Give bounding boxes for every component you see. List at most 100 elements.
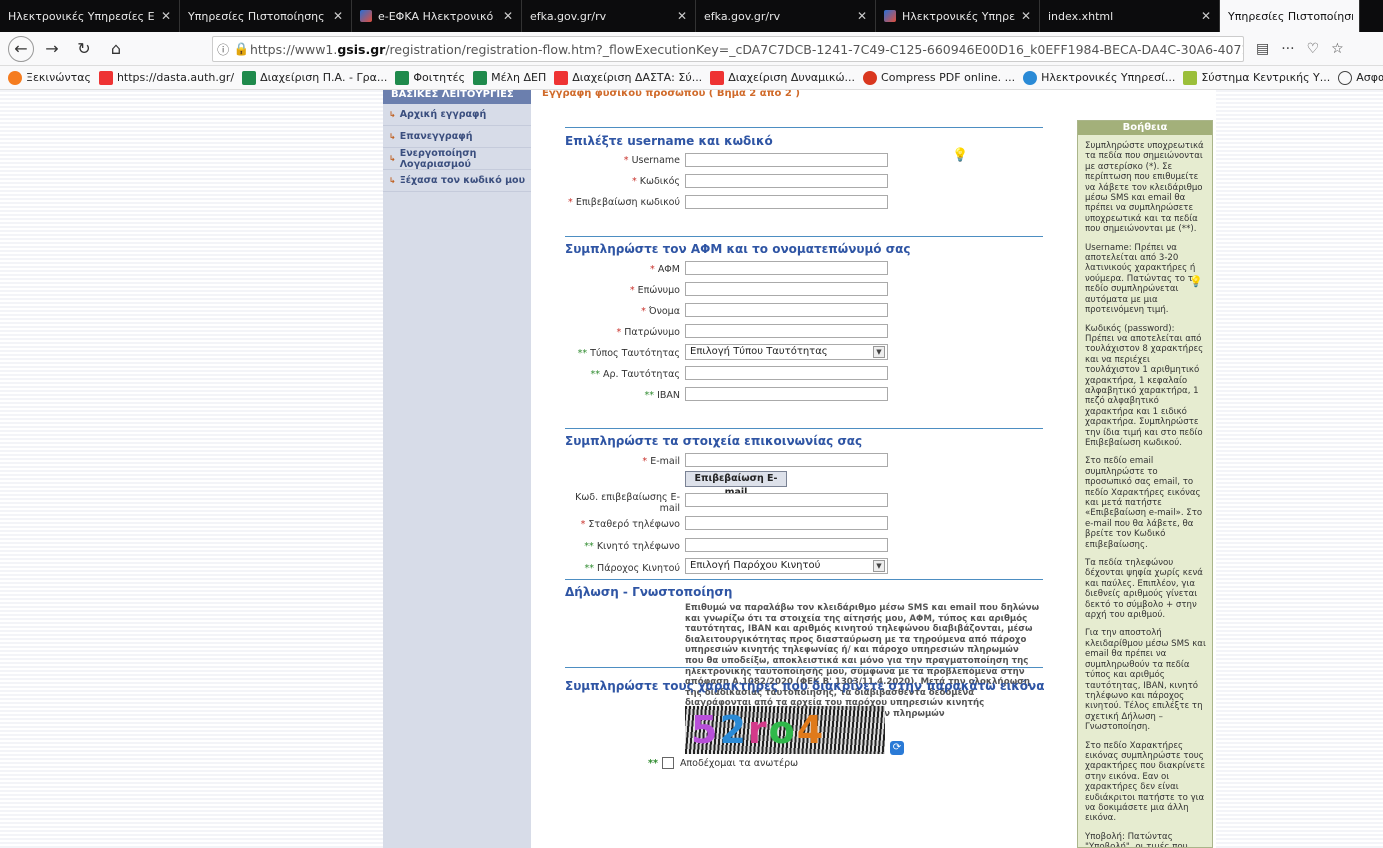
dasta-icon	[98, 70, 113, 85]
id-type-value: Επιλογή Τύπου Ταυτότητας	[690, 346, 828, 357]
mobile-input[interactable]	[685, 538, 888, 552]
mobile-label: ** Κινητό τηλέφωνο	[584, 541, 680, 552]
username-input[interactable]	[685, 153, 888, 167]
tab-label: e-ΕΦΚΑ Ηλεκτρονικό Αίτημα	[378, 9, 497, 23]
menu-label: Ξέχασα τον κωδικό μου	[399, 175, 525, 186]
landline-label: * Σταθερό τηλέφωνο	[580, 519, 680, 530]
close-icon[interactable]: ✕	[501, 9, 515, 23]
confirm-password-input[interactable]	[685, 195, 888, 209]
globe-icon	[1023, 70, 1038, 85]
bookmark-item[interactable]: https://dasta.auth.gr/	[98, 70, 235, 85]
more-icon[interactable]: ···	[1281, 41, 1294, 57]
menu-label: Ενεργοποίηση Λογαριασμού	[399, 147, 477, 170]
firefox-icon	[8, 70, 22, 85]
id-number-label: ** Αρ. Ταυτότητας	[590, 369, 681, 380]
bookmark-item[interactable]: Φοιτητές	[395, 70, 465, 85]
tab-7[interactable]: index.xhtml ✕	[1040, 0, 1220, 32]
tab-4[interactable]: efka.gov.gr/rv ✕	[522, 0, 696, 32]
father-name-label: * Πατρώνυμο	[616, 327, 680, 338]
forward-icon[interactable]: →	[38, 35, 66, 63]
email-label: * E-mail	[642, 456, 680, 467]
help-paragraph: Κωδικός (password): Πρέπει να αποτελείτα…	[1085, 323, 1204, 448]
identity-title: Συμπληρώστε τον ΑΦΜ και το ονοματεπώνυμό…	[565, 242, 911, 256]
help-title: Βοήθεια	[1078, 121, 1212, 135]
right-background	[1216, 90, 1383, 848]
tab-5[interactable]: efka.gov.gr/rv ✕	[696, 0, 876, 32]
close-icon[interactable]: ✕	[1019, 9, 1033, 23]
url-domain: gsis.gr	[337, 41, 386, 57]
name-label: * Όνομα	[641, 306, 680, 317]
id-type-select[interactable]: Επιλογή Τύπου Ταυτότητας ▼	[685, 344, 888, 360]
home-icon[interactable]: ⌂	[102, 35, 130, 63]
email-input[interactable]	[685, 453, 888, 467]
bookmark-item[interactable]: Μέλη ΔΕΠ	[473, 70, 546, 85]
bookmark-item[interactable]: Διαχείριση Π.Α. - Γρα...	[242, 70, 387, 85]
bookmark-label: Σύστημα Κεντρικής Υ...	[1201, 71, 1331, 84]
reload-icon[interactable]: ↻	[70, 35, 98, 63]
tab-1[interactable]: Ηλεκτρονικές Υπηρεσίες Επιτροπ ✕	[0, 0, 180, 32]
help-paragraph: Τα πεδία τηλεφώνου δέχονται ψηφία χωρίς …	[1085, 558, 1203, 621]
bookmark-item[interactable]: Ασφαλιστική Ικανότητα	[1338, 70, 1383, 85]
menu-item-forgot-password[interactable]: ↳ Ξέχασα τον κωδικό μου	[383, 170, 531, 192]
bookmark-item[interactable]: Σύστημα Κεντρικής Υ...	[1183, 70, 1331, 85]
password-input[interactable]	[685, 174, 888, 188]
back-icon[interactable]: ←	[8, 35, 34, 62]
tab-6[interactable]: Ηλεκτρονικές Υπηρεσίες για ✕	[876, 0, 1040, 32]
url-prefix: https://www1.	[249, 41, 338, 57]
close-icon[interactable]: ✕	[331, 9, 345, 23]
close-icon[interactable]: ✕	[1199, 9, 1213, 23]
bookmark-label: Ξεκινώντας	[26, 71, 91, 84]
tab-8-active[interactable]: Υπηρεσίες Πιστοποίησης	[1220, 0, 1360, 32]
arrow-icon: ↳	[389, 176, 396, 185]
accept-terms[interactable]: ** Αποδέχομαι τα ανωτέρω	[648, 757, 798, 769]
section-divider	[565, 579, 1043, 580]
landline-input[interactable]	[685, 516, 888, 530]
bookmark-label: Διαχείριση ΔΑΣΤΑ: Σύ...	[572, 71, 703, 84]
bookmark-item[interactable]: Ξεκινώντας	[8, 70, 91, 85]
help-paragraph: Συμπληρώστε υποχρεωτικά τα πεδία που σημ…	[1085, 141, 1204, 235]
menu-item-reregistration[interactable]: ↳ Επανεγγραφή	[383, 126, 531, 148]
surname-input[interactable]	[685, 282, 888, 296]
bookmark-item[interactable]: Διαχείριση Δυναμικώ...	[710, 70, 856, 85]
lightbulb-icon[interactable]: 💡	[952, 148, 968, 163]
tab-label: efka.gov.gr/rv	[530, 9, 607, 23]
reader-view-icon[interactable]: ▤	[1256, 41, 1269, 57]
tab-2[interactable]: Υπηρεσίες Πιστοποίησης ✕	[180, 0, 352, 32]
refresh-captcha-icon[interactable]: ⟳	[890, 741, 904, 755]
bookmark-star-icon[interactable]: ☆	[1331, 41, 1344, 57]
close-icon[interactable]: ✕	[855, 9, 869, 23]
name-input[interactable]	[685, 303, 888, 317]
help-panel: Βοήθεια Συμπληρώστε υποχρεωτικά τα πεδία…	[1077, 120, 1213, 848]
close-icon[interactable]: ✕	[675, 9, 689, 23]
id-number-input[interactable]	[685, 366, 888, 380]
provider-select[interactable]: Επιλογή Παρόχου Κινητού ▼	[685, 558, 888, 574]
url-bar[interactable]: ⓘ 🔒 https://www1. gsis.gr/registration/re…	[212, 36, 1244, 62]
contact-title: Συμπληρώστε τα στοιχεία επικοινωνίας σας	[565, 434, 863, 448]
bookmark-item[interactable]: Διαχείριση ΔΑΣΤΑ: Σύ...	[554, 70, 703, 85]
bookmark-label: https://dasta.auth.gr/	[116, 71, 235, 84]
help-body: Συμπληρώστε υποχρεωτικά τα πεδία που σημ…	[1078, 135, 1212, 847]
menu-item-initial-registration[interactable]: ↳ Αρχική εγγραφή	[383, 104, 531, 126]
tab-3[interactable]: e-ΕΦΚΑ Ηλεκτρονικό Αίτημα ✕	[352, 0, 522, 32]
bookmark-label: Ηλεκτρονικές Υπηρεσί...	[1041, 71, 1176, 84]
close-icon[interactable]: ✕	[159, 9, 173, 23]
id-type-label: ** Τύπος Ταυτότητας	[577, 348, 680, 359]
captcha-char: r	[747, 708, 769, 752]
verification-code-input[interactable]	[685, 493, 888, 507]
bookmark-item[interactable]: Compress PDF online. ...	[863, 70, 1015, 85]
menu-item-activation[interactable]: ↳ Ενεργοποίηση Λογαριασμού	[383, 148, 531, 170]
afm-label: * ΑΦΜ	[650, 264, 680, 275]
accept-checkbox[interactable]	[661, 757, 674, 769]
afm-input[interactable]	[685, 261, 888, 275]
declaration-title: Δήλωση - Γνωστοποίηση	[565, 585, 733, 599]
bookmark-item[interactable]: Ηλεκτρονικές Υπηρεσί...	[1023, 70, 1176, 85]
iban-input[interactable]	[685, 387, 888, 401]
verify-email-button[interactable]: Επιβεβαίωση E-mail	[685, 471, 787, 498]
pocket-icon[interactable]: ♡	[1307, 41, 1320, 57]
bookmark-label: Διαχείριση Δυναμικώ...	[728, 71, 856, 84]
url-path: /registration/registration-flow.htm?_flo…	[385, 41, 1243, 57]
father-name-input[interactable]	[685, 324, 888, 338]
info-icon[interactable]: ⓘ	[213, 41, 233, 58]
help-paragraph: Στο πεδίο Χαρακτήρες εικόνας συμπληρώστε…	[1085, 740, 1205, 824]
step-indicator: Εγγραφή φυσικού προσώπου ( Βήμα 2 από 2 …	[542, 90, 800, 99]
